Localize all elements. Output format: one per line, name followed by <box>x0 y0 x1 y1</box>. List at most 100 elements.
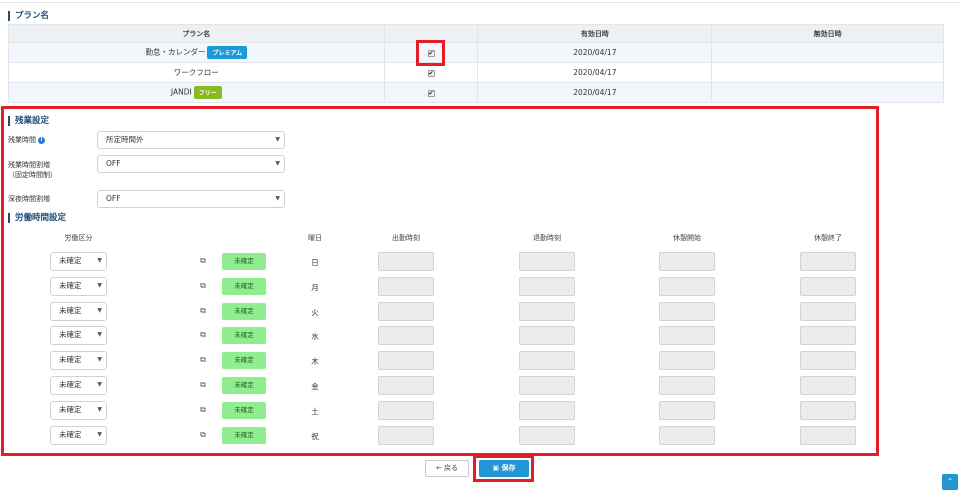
break-end-input[interactable] <box>800 351 856 370</box>
free-badge: フリー <box>193 86 222 99</box>
break-end-input[interactable] <box>800 277 856 296</box>
start-time-input[interactable] <box>378 326 434 345</box>
plan-row: 勤怠・カレンダー プレミアム ✔ 2020/04/17 <box>8 42 944 63</box>
plan-valid-to <box>711 62 944 83</box>
status-button[interactable]: 未確定 <box>222 278 266 295</box>
break-start-input[interactable] <box>659 401 715 420</box>
labor-kind-select[interactable]: 未確定 ▼ <box>50 302 107 321</box>
labor-kind-value: 未確定 <box>59 306 82 315</box>
plan-checkbox[interactable]: ✔ <box>427 70 435 77</box>
col-head-start: 出勤時刻 <box>392 234 420 242</box>
double-chevron-up-icon[interactable]: ⌃ <box>942 474 958 490</box>
end-time-input[interactable] <box>519 426 575 445</box>
break-start-input[interactable] <box>659 426 715 445</box>
status-button[interactable]: 未確定 <box>222 427 266 444</box>
plan-name-cell: JANDI フリー <box>8 82 385 103</box>
break-end-input[interactable] <box>800 252 856 271</box>
end-time-input[interactable] <box>519 252 575 271</box>
break-start-input[interactable] <box>659 277 715 296</box>
labor-kind-value: 未確定 <box>59 380 82 389</box>
end-time-input[interactable] <box>519 351 575 370</box>
break-end-input[interactable] <box>800 401 856 420</box>
labor-kind-select[interactable]: 未確定 ▼ <box>50 401 107 420</box>
overtime-select[interactable]: 所定時間外 ▼ <box>97 131 285 149</box>
chevron-down-icon: ▼ <box>275 160 280 167</box>
col-head-day: 曜日 <box>308 234 322 242</box>
break-start-input[interactable] <box>659 252 715 271</box>
start-time-input[interactable] <box>378 302 434 321</box>
copy-icon[interactable]: ⧉ <box>198 256 208 266</box>
start-time-input[interactable] <box>378 351 434 370</box>
weekday-label: 土 <box>311 407 319 416</box>
plan-row: JANDI フリー ✔ 2020/04/17 <box>8 82 944 103</box>
plan-checkbox[interactable]: ✔ <box>427 90 435 97</box>
end-time-input[interactable] <box>519 277 575 296</box>
labor-kind-select[interactable]: 未確定 ▼ <box>50 326 107 345</box>
break-end-input[interactable] <box>800 302 856 321</box>
labor-kind-select[interactable]: 未確定 ▼ <box>50 277 107 296</box>
overtime-premium-value: OFF <box>106 159 121 168</box>
status-button[interactable]: 未確定 <box>222 253 266 270</box>
labor-kind-value: 未確定 <box>59 405 82 414</box>
status-button[interactable]: 未確定 <box>222 377 266 394</box>
break-end-input[interactable] <box>800 376 856 395</box>
copy-icon[interactable]: ⧉ <box>198 380 208 390</box>
start-time-input[interactable] <box>378 376 434 395</box>
break-start-input[interactable] <box>659 326 715 345</box>
info-icon[interactable]: i <box>38 136 45 144</box>
start-time-input[interactable] <box>378 277 434 296</box>
status-button[interactable]: 未確定 <box>222 327 266 344</box>
col-head-break-start: 休憩開始 <box>673 234 701 242</box>
overtime-section-title: 残業設定 <box>8 116 49 126</box>
labor-kind-value: 未確定 <box>59 281 82 290</box>
break-start-input[interactable] <box>659 302 715 321</box>
chevron-down-icon: ▼ <box>275 195 280 202</box>
back-button[interactable]: ← 戻る <box>425 460 469 477</box>
break-start-input[interactable] <box>659 351 715 370</box>
start-time-input[interactable] <box>378 426 434 445</box>
end-time-input[interactable] <box>519 326 575 345</box>
weekday-label: 水 <box>311 332 319 341</box>
labor-kind-select[interactable]: 未確定 ▼ <box>50 376 107 395</box>
copy-icon[interactable]: ⧉ <box>198 281 208 291</box>
end-time-input[interactable] <box>519 376 575 395</box>
col-head-break-end: 休憩終了 <box>814 234 842 242</box>
end-time-input[interactable] <box>519 401 575 420</box>
break-end-input[interactable] <box>800 326 856 345</box>
save-button[interactable]: ▣ 保存 <box>479 460 529 477</box>
weekday-label: 祝 <box>311 432 319 441</box>
break-end-input[interactable] <box>800 426 856 445</box>
copy-icon[interactable]: ⧉ <box>198 405 208 415</box>
labor-kind-select[interactable]: 未確定 ▼ <box>50 426 107 445</box>
floppy-disk-icon: ▣ <box>492 464 500 472</box>
labor-kind-value: 未確定 <box>59 256 82 265</box>
end-time-input[interactable] <box>519 302 575 321</box>
overtime-premium-select[interactable]: OFF ▼ <box>97 155 285 173</box>
night-premium-value: OFF <box>106 194 121 203</box>
labor-kind-select[interactable]: 未確定 ▼ <box>50 351 107 370</box>
status-button[interactable]: 未確定 <box>222 402 266 419</box>
night-premium-select[interactable]: OFF ▼ <box>97 190 285 208</box>
top-divider <box>0 2 960 3</box>
overtime-premium-label-line2: （固定時間制） <box>8 171 57 179</box>
start-time-input[interactable] <box>378 401 434 420</box>
weekday-label: 木 <box>311 357 319 366</box>
plan-check-cell: ✔ <box>383 82 479 103</box>
plan-name: 勤怠・カレンダー <box>145 47 206 57</box>
labor-kind-select[interactable]: 未確定 ▼ <box>50 252 107 271</box>
copy-icon[interactable]: ⧉ <box>198 355 208 365</box>
overtime-premium-label: 残業時間割増 （固定時間制） <box>8 160 57 180</box>
copy-icon[interactable]: ⧉ <box>198 430 208 440</box>
plan-table: プラン名 有効日時 無効日時 勤怠・カレンダー プレミアム ✔ 2020/04/1… <box>8 24 944 103</box>
plan-name-cell: ワークフロー <box>8 62 385 83</box>
copy-icon[interactable]: ⧉ <box>198 306 208 316</box>
plan-valid-from: 2020/04/17 <box>477 82 713 103</box>
start-time-input[interactable] <box>378 252 434 271</box>
status-button[interactable]: 未確定 <box>222 352 266 369</box>
status-button[interactable]: 未確定 <box>222 303 266 320</box>
col-head-kind: 労働区分 <box>64 234 93 242</box>
break-start-input[interactable] <box>659 376 715 395</box>
chevron-down-icon: ▼ <box>97 431 102 438</box>
plan-valid-from: 2020/04/17 <box>477 42 713 63</box>
copy-icon[interactable]: ⧉ <box>198 330 208 340</box>
